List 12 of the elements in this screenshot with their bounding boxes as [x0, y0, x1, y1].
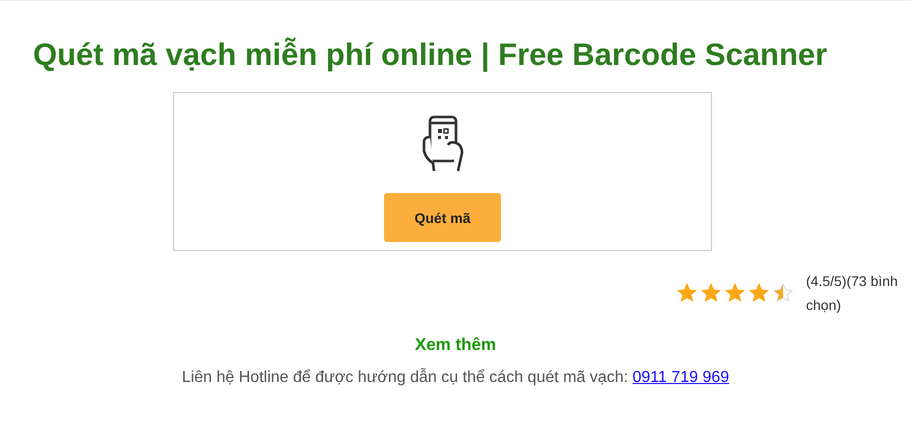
star-icon [748, 282, 770, 304]
page-title: Quét mã vạch miễn phí online | Free Barcode Scanner [33, 36, 828, 74]
phone-in-hand-icon [420, 115, 466, 173]
hotline-text: Liên hệ Hotline để được hướng dẫn cụ thể cách quét mã vạch: 0911 719 969 [182, 369, 730, 387]
star-icon [724, 282, 746, 304]
scan-button[interactable]: Quét mã [384, 193, 501, 242]
see-more-link[interactable]: Xem thêm [414, 335, 496, 355]
rating-text: (4.5/5)(73 bình chọn) [806, 272, 899, 315]
phone-link[interactable]: 0911 719 969 [632, 369, 730, 386]
star-icon [772, 282, 794, 304]
star-icon [676, 282, 698, 304]
star-icon [700, 282, 722, 304]
